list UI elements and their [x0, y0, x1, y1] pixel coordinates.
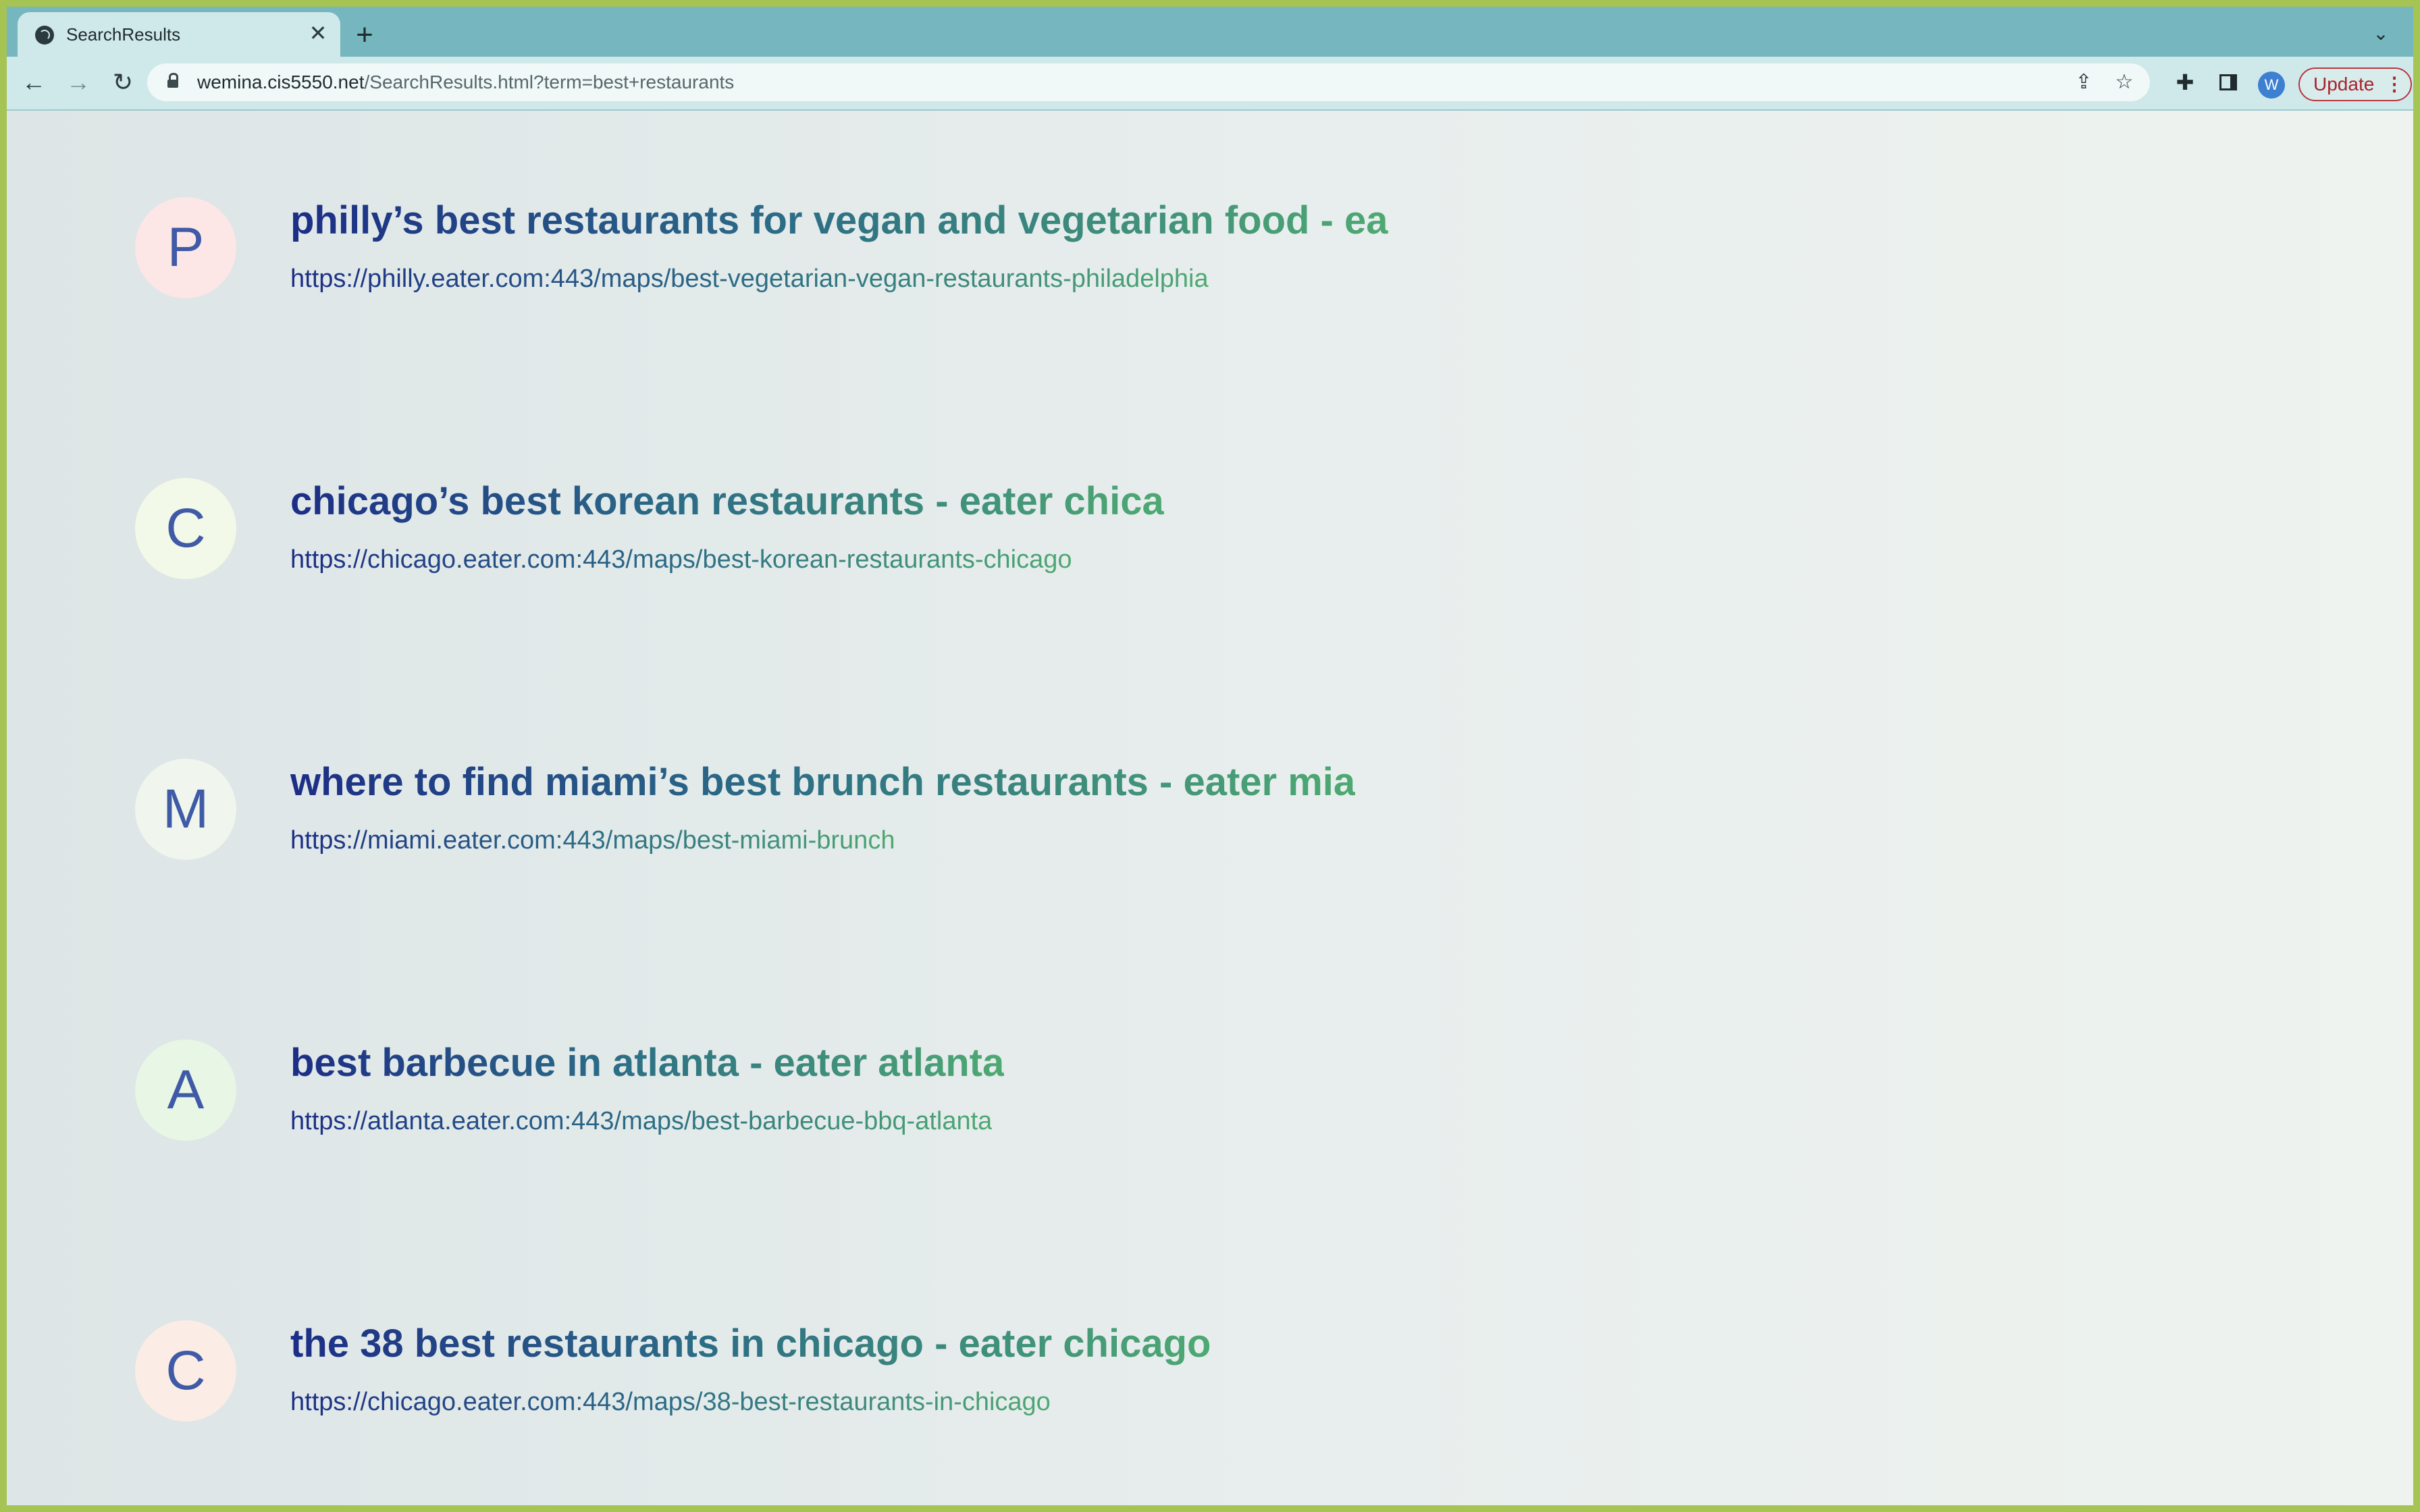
url-text[interactable]: wemina.cis5550.net/SearchResults.html?te…: [197, 72, 734, 93]
puzzle-extensions-icon[interactable]: ✚: [2172, 69, 2199, 96]
forward-arrow-icon[interactable]: →: [63, 68, 93, 97]
new-tab-button[interactable]: +: [351, 20, 378, 50]
url-path: /SearchResults.html?term=best+restaurant…: [364, 72, 735, 92]
tab-title: SearchResults: [66, 24, 181, 45]
result-title-link[interactable]: where to find miami’s best brunch restau…: [290, 759, 1355, 806]
close-icon[interactable]: ✕: [307, 22, 330, 45]
globe-icon: [35, 26, 54, 45]
result-url-link[interactable]: https://miami.eater.com:443/maps/best-mi…: [290, 824, 895, 857]
result-url-link[interactable]: https://philly.eater.com:443/maps/best-v…: [290, 262, 1209, 296]
result-letter-avatar: C: [135, 478, 236, 579]
result-letter-avatar: A: [135, 1040, 236, 1141]
share-icon[interactable]: ⇪: [2072, 70, 2096, 94]
search-result: P philly’s best restaurants for vegan an…: [135, 197, 2296, 319]
star-icon[interactable]: ☆: [2112, 70, 2136, 94]
search-result: C chicago’s best korean restaurants - ea…: [135, 478, 2296, 599]
result-title-link[interactable]: the 38 best restaurants in chicago - eat…: [290, 1320, 1211, 1368]
search-result: M where to find miami’s best brunch rest…: [135, 759, 2296, 880]
search-result: C the 38 best restaurants in chicago - e…: [135, 1320, 2296, 1442]
search-result: A best barbecue in atlanta - eater atlan…: [135, 1040, 2296, 1161]
tab-strip: SearchResults ✕ + ⌄: [7, 7, 2413, 57]
result-letter-avatar: P: [135, 197, 236, 298]
menu-dots-icon[interactable]: ⋮: [2385, 69, 2404, 100]
browser-window: SearchResults ✕ + ⌄ ← → ↻ wemina.cis5550…: [7, 7, 2413, 1505]
lock-icon[interactable]: [167, 73, 178, 88]
result-letter-avatar: C: [135, 1320, 236, 1422]
update-button[interactable]: Update ⋮: [2298, 68, 2412, 101]
result-title-link[interactable]: chicago’s best korean restaurants - eate…: [290, 478, 1164, 525]
search-results-page: P philly’s best restaurants for vegan an…: [7, 111, 2413, 1505]
chevron-down-icon[interactable]: ⌄: [2369, 22, 2393, 46]
browser-tab[interactable]: SearchResults ✕: [18, 12, 340, 57]
browser-toolbar: ← → ↻ wemina.cis5550.net/SearchResults.h…: [7, 57, 2413, 111]
url-host: wemina.cis5550.net: [197, 72, 365, 92]
address-bar[interactable]: wemina.cis5550.net/SearchResults.html?te…: [147, 63, 2150, 101]
result-url-link[interactable]: https://chicago.eater.com:443/maps/best-…: [290, 543, 1072, 576]
update-label: Update: [2313, 74, 2375, 94]
back-arrow-icon[interactable]: ←: [19, 68, 49, 97]
result-letter-avatar: M: [135, 759, 236, 860]
reload-icon[interactable]: ↻: [108, 68, 138, 97]
side-panel-icon[interactable]: [2215, 69, 2242, 96]
result-title-link[interactable]: philly’s best restaurants for vegan and …: [290, 197, 1388, 244]
result-url-link[interactable]: https://atlanta.eater.com:443/maps/best-…: [290, 1104, 992, 1138]
result-url-link[interactable]: https://chicago.eater.com:443/maps/38-be…: [290, 1385, 1051, 1419]
avatar[interactable]: W: [2258, 72, 2285, 99]
result-title-link[interactable]: best barbecue in atlanta - eater atlanta: [290, 1040, 1004, 1087]
